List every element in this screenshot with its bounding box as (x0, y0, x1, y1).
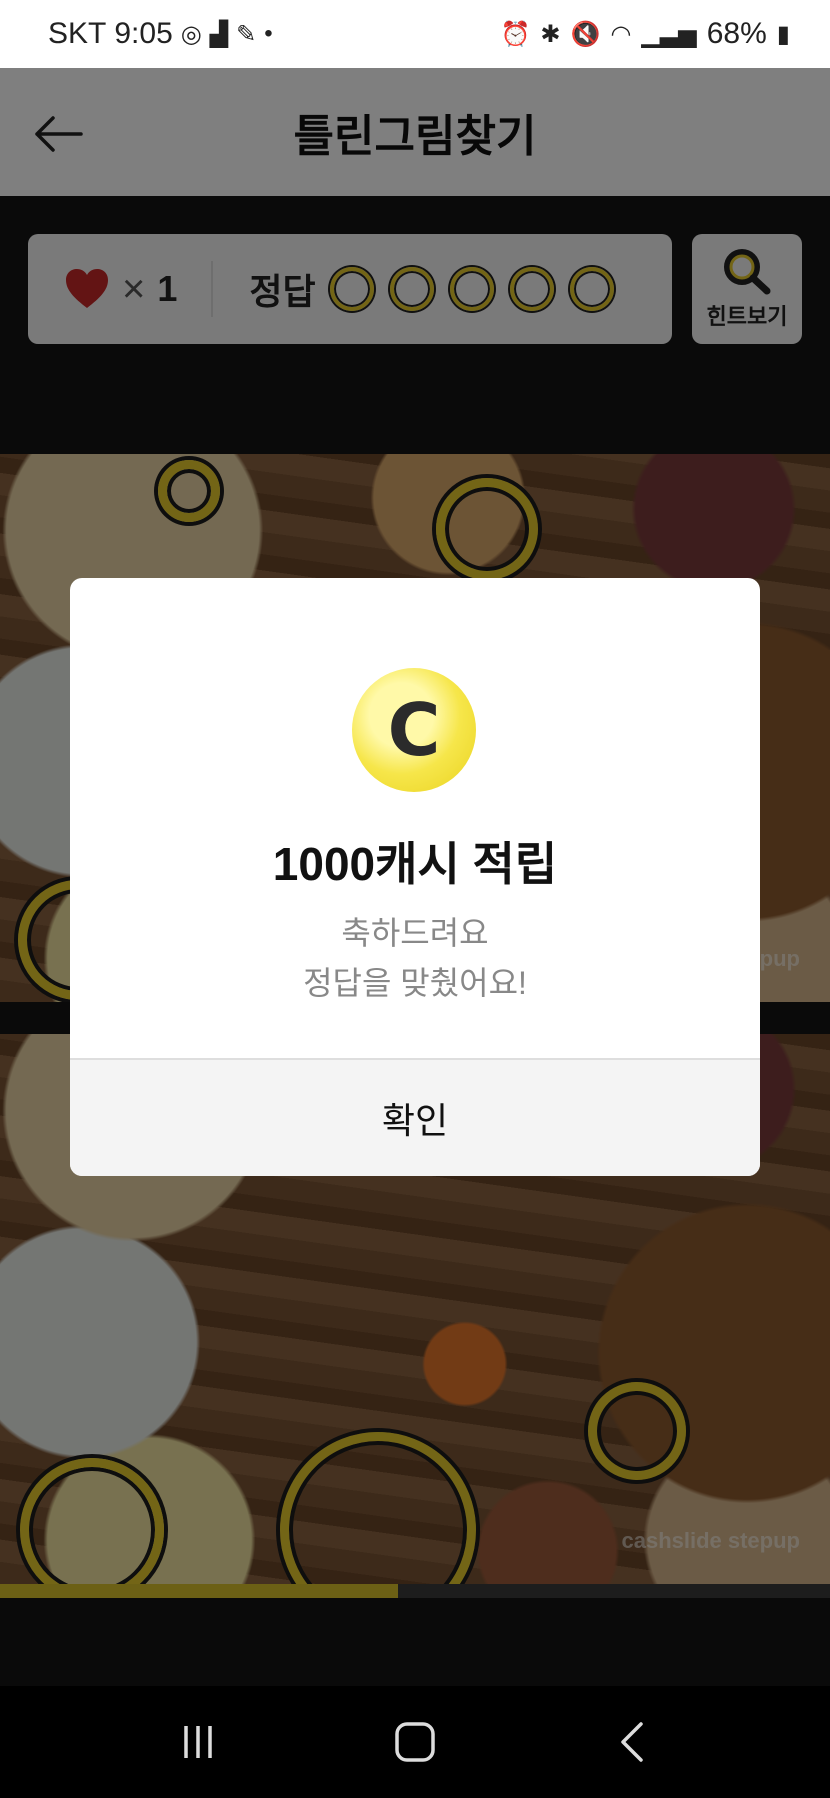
dot-icon: • (264, 20, 273, 47)
dialog-title: 1000캐시 적립 (272, 838, 558, 890)
bluetooth-icon: ✱ (540, 20, 561, 48)
clock-label: 9:05 (114, 17, 173, 50)
system-nav-bar (0, 1686, 830, 1798)
battery-label: 68% (706, 17, 767, 50)
signal-icon: ▁▃▅ (641, 20, 697, 48)
stairs-icon: ▟ (209, 20, 229, 48)
notification-icon: ◎ (180, 20, 202, 48)
dialog-message-line2: 정답을 맞췄어요! (303, 965, 527, 1001)
system-back-button[interactable] (592, 1702, 672, 1782)
confirm-button[interactable]: 확인 (70, 1060, 760, 1176)
back-icon (620, 1722, 643, 1762)
mute-icon: 🔇 (570, 20, 601, 48)
reward-dialog: C 1000캐시 적립 축하드려요 정답을 맞췄어요! 확인 (70, 578, 760, 1176)
wifi-icon: ◠ (610, 20, 632, 48)
alarm-icon: ⏰ (500, 20, 531, 48)
coin-icon: C (352, 668, 476, 792)
recents-button[interactable] (158, 1702, 238, 1782)
carrier-label: SKT (48, 17, 107, 50)
status-bar: SKT 9:05 ◎ ▟ ✎ • ⏰ ✱ 🔇 ◠ ▁▃▅ 68% ▮ (0, 0, 830, 68)
pen-icon: ✎ (236, 20, 257, 48)
home-icon (395, 1722, 435, 1762)
coin-letter: C (387, 688, 441, 772)
dialog-message: 축하드려요 정답을 맞췄어요! (70, 908, 760, 1008)
home-button[interactable] (375, 1702, 455, 1782)
dialog-message-line1: 축하드려요 (341, 915, 489, 951)
recents-icon (184, 1726, 213, 1758)
battery-icon: ▮ (776, 20, 790, 48)
